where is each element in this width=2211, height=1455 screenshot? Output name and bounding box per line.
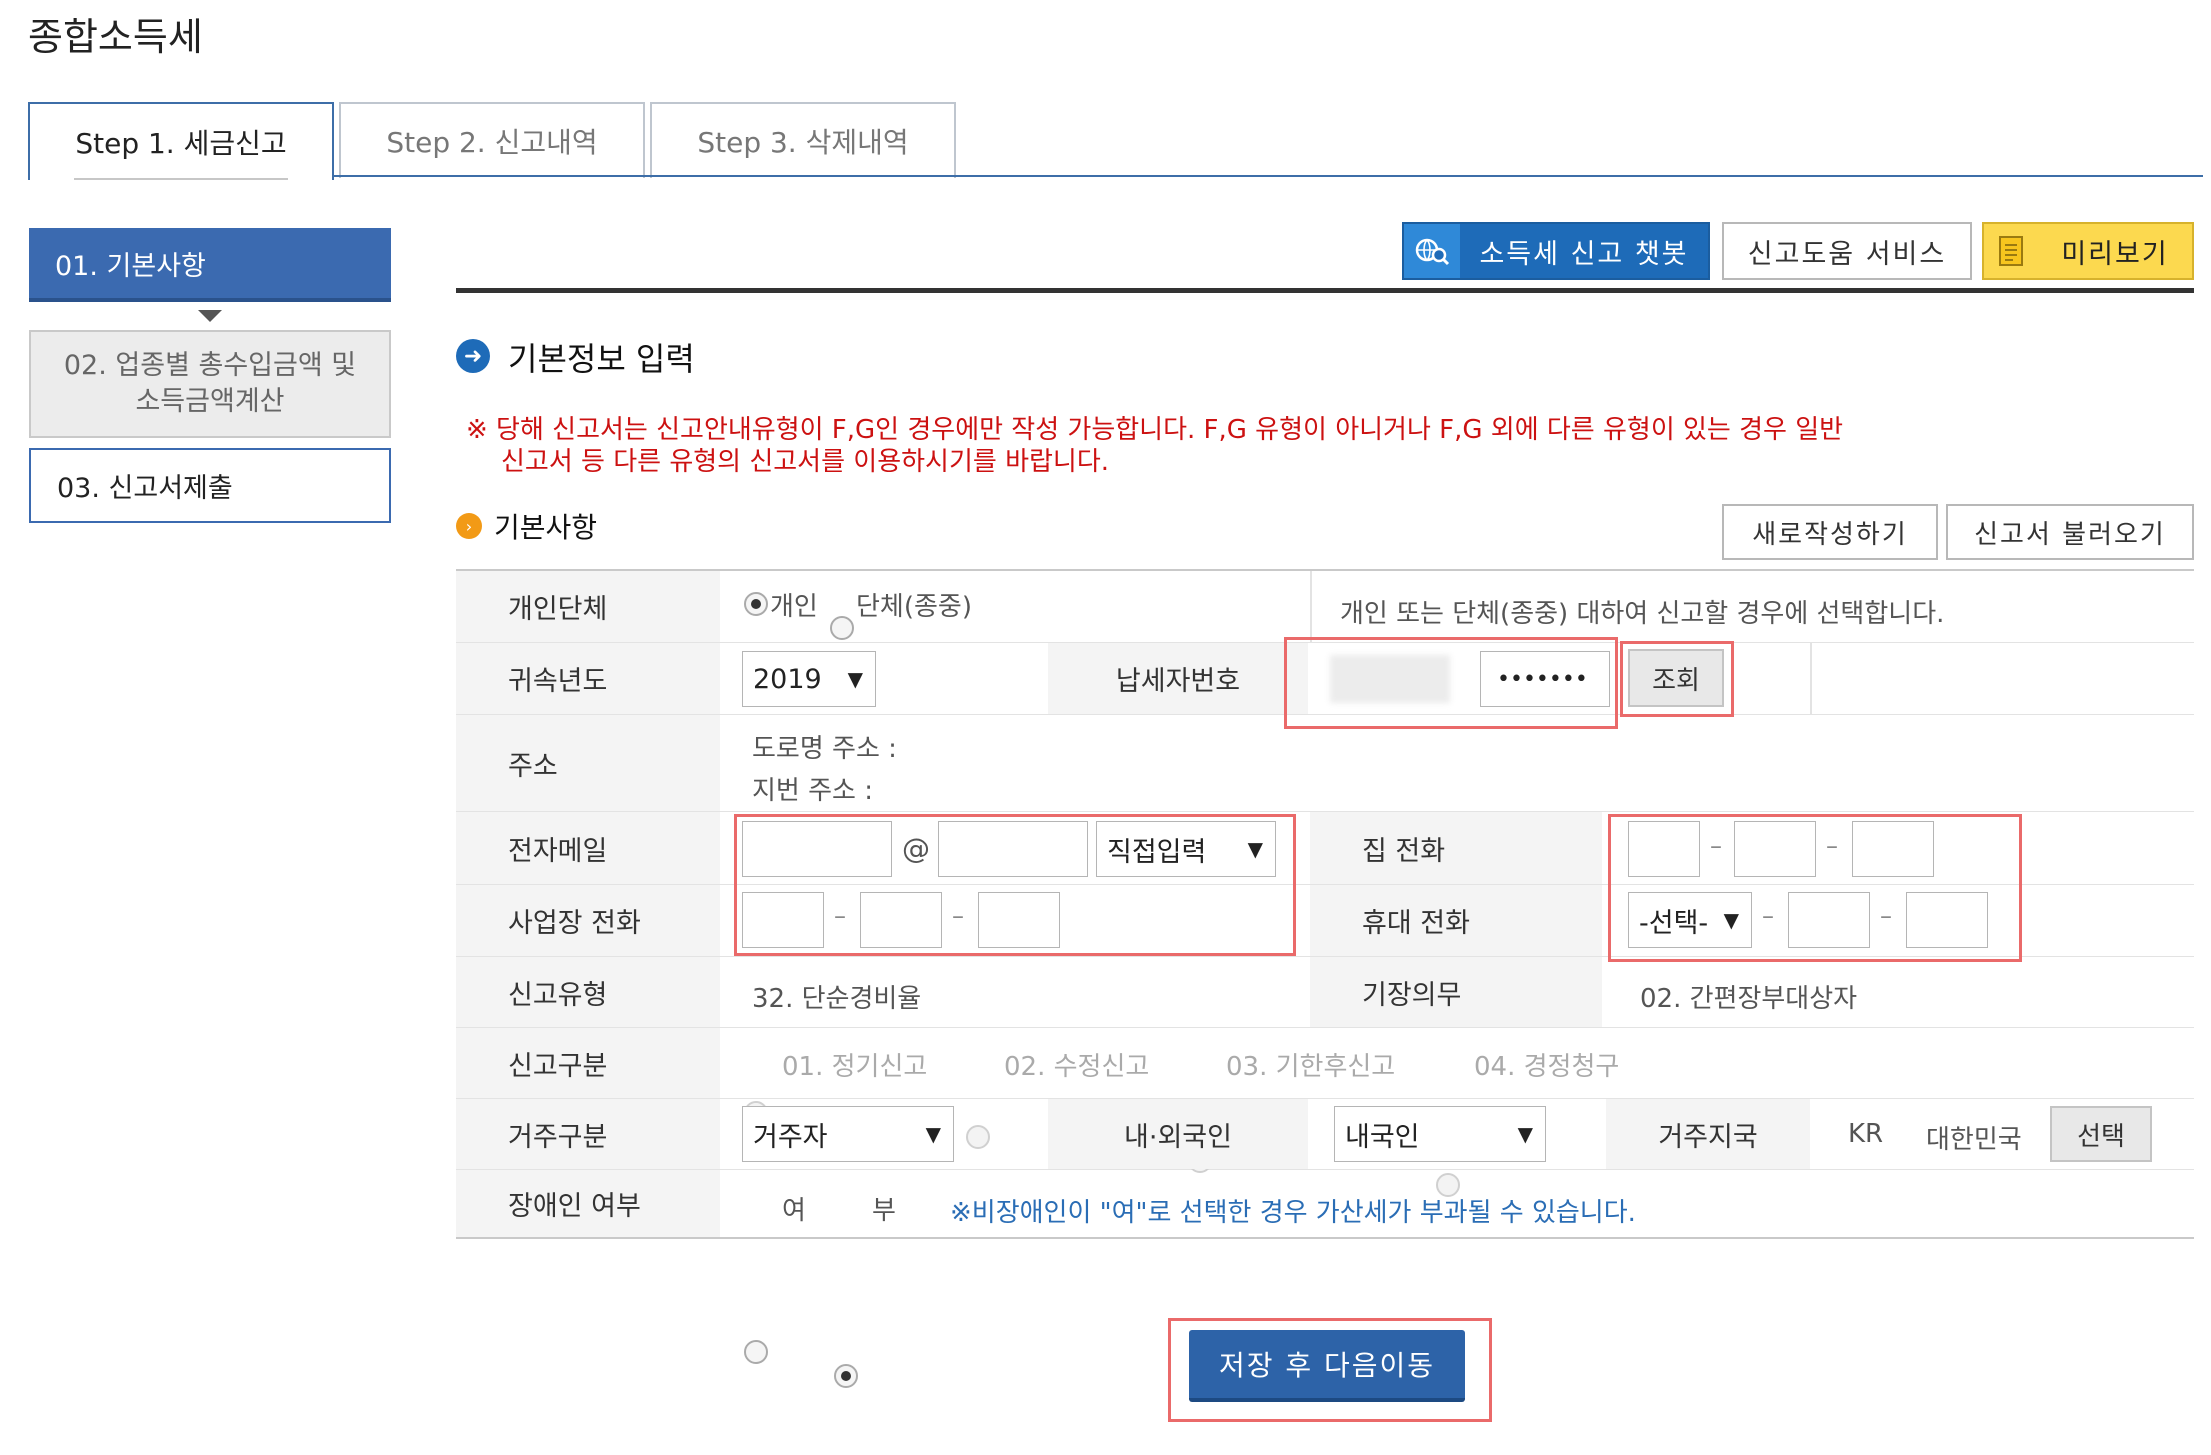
section-title: 기본정보 입력 (508, 340, 695, 378)
tab-underline (333, 175, 2203, 177)
highlight-save (1168, 1318, 1492, 1422)
notice-line-2: 신고서 등 다른 유형의 신고서를 이용하시기를 바랍니다. (501, 447, 1110, 477)
residence-select[interactable]: 거주자 ▼ (742, 1106, 954, 1162)
year-select-value: 2019 (753, 663, 822, 695)
residence-label: 거주구분 (456, 1099, 720, 1169)
step-submit-label: 03. 신고서제출 (57, 473, 233, 504)
report-class-late-text: 03. 기한후신고 (1226, 1052, 1396, 1082)
highlight-taxpayer-no (1284, 637, 1618, 729)
disability-no-radio[interactable] (834, 1364, 858, 1388)
report-class-label: 신고구분 (456, 1028, 720, 1098)
country-code: KR (1848, 1119, 1884, 1149)
step-income-calc[interactable]: 02. 업종별 총수입금액 및 소득금액계산 (29, 330, 391, 438)
chatbot-label: 소득세 신고 챗봇 (1479, 238, 1689, 270)
taxpayer-no-label: 납세자번호 (1048, 643, 1308, 714)
table-bottom-border (456, 1237, 2194, 1239)
highlight-home-mobile-phone (1608, 814, 2022, 962)
country-select-button[interactable]: 선택 (2050, 1106, 2152, 1162)
load-form-button[interactable]: 신고서 불러오기 (1946, 504, 2194, 560)
step-basic-info-label: 01. 기본사항 (55, 250, 206, 282)
entity-label: 개인단체 (456, 571, 720, 642)
preview-button[interactable]: 미리보기 (1982, 222, 2194, 280)
report-class-amend-radio[interactable] (966, 1125, 990, 1149)
entity-individual-text: 개인 (770, 592, 818, 622)
tab-step3[interactable]: Step 3. 삭제내역 (650, 102, 956, 178)
dropdown-arrow-icon: ▼ (1517, 1122, 1533, 1146)
dropdown-arrow-icon: ▼ (847, 667, 863, 691)
globe-search-icon (1404, 224, 1460, 278)
tab-step2-label: Step 2. 신고내역 (386, 126, 598, 159)
country-name: 대한민국 (1926, 1125, 2022, 1155)
address-label: 주소 (456, 715, 720, 811)
sub-section-title: 기본사항 (494, 511, 598, 544)
step-submit[interactable]: 03. 신고서제출 (29, 448, 391, 523)
chatbot-button[interactable]: 소득세 신고 챗봇 (1402, 222, 1710, 280)
help-service-button[interactable]: 신고도움 서비스 (1722, 222, 1972, 280)
highlight-email-work-phone (734, 814, 1296, 956)
home-phone-label: 집 전화 (1310, 812, 1602, 884)
page-title: 종합소득세 (28, 15, 203, 59)
step-income-calc-label-1: 02. 업종별 총수입금액 및 (63, 350, 357, 381)
document-icon (1984, 224, 2038, 278)
step-arrow-icon (198, 310, 222, 322)
cell-divider (1810, 643, 1812, 714)
disability-label: 장애인 여부 (456, 1170, 720, 1237)
highlight-lookup (1620, 641, 1734, 717)
entity-group-radio[interactable] (830, 616, 854, 640)
notice-line-1: ※ 당해 신고서는 신고안내유형이 F,G인 경우에만 작성 가능합니다. F,… (466, 415, 1844, 445)
disability-no-text: 부 (872, 1196, 896, 1226)
tab-step3-label: Step 3. 삭제내역 (697, 126, 909, 159)
entity-help-text: 개인 또는 단체(종중) 대하여 신고할 경우에 선택합니다. (1340, 599, 1945, 629)
year-label: 귀속년도 (456, 643, 720, 714)
new-form-button[interactable]: 새로작성하기 (1722, 504, 1938, 560)
nationality-label: 내·외국인 (1048, 1099, 1308, 1169)
bookkeeping-label: 기장의무 (1310, 957, 1602, 1027)
report-class-correction-text: 04. 경정청구 (1474, 1052, 1620, 1082)
nationality-select-value: 내국인 (1345, 1121, 1420, 1153)
report-type-label: 신고유형 (456, 957, 720, 1027)
lot-address-text: 지번 주소 : (752, 776, 873, 806)
step-basic-info[interactable]: 01. 기본사항 (29, 228, 391, 302)
report-type-value: 32. 단순경비율 (752, 984, 922, 1014)
entity-individual-radio[interactable] (744, 592, 768, 616)
mobile-phone-label: 휴대 전화 (1310, 885, 1602, 956)
entity-group-text: 단체(종중) (856, 592, 972, 622)
year-select[interactable]: 2019 ▼ (742, 651, 876, 707)
tab-step1[interactable]: Step 1. 세금신고 (28, 102, 334, 180)
cell-divider (1310, 571, 1312, 642)
disability-yes-text: 여 (782, 1196, 806, 1226)
preview-label: 미리보기 (2061, 238, 2169, 270)
report-class-regular-text: 01. 정기신고 (782, 1052, 928, 1082)
notice-text: ※ 당해 신고서는 신고안내유형이 F,G인 경우에만 작성 가능합니다. F,… (466, 414, 2166, 478)
disability-yes-radio[interactable] (744, 1340, 768, 1364)
road-address-text: 도로명 주소 : (752, 734, 897, 764)
disability-note: ※비장애인이 "여"로 선택한 경우 가산세가 부과될 수 있습니다. (950, 1198, 1636, 1228)
email-label: 전자메일 (456, 812, 720, 884)
country-label: 거주지국 (1606, 1099, 1810, 1169)
arrow-right-circle-icon: ➜ (456, 339, 490, 373)
report-class-amend-text: 02. 수정신고 (1004, 1052, 1150, 1082)
chevron-right-circle-icon: › (456, 513, 482, 539)
residence-select-value: 거주자 (753, 1121, 828, 1153)
main-divider (456, 288, 2194, 293)
dropdown-arrow-icon: ▼ (925, 1122, 941, 1146)
bookkeeping-value: 02. 간편장부대상자 (1640, 984, 1858, 1014)
nationality-select[interactable]: 내국인 ▼ (1334, 1106, 1546, 1162)
work-phone-label: 사업장 전화 (456, 885, 720, 956)
step-income-calc-label-2: 소득금액계산 (135, 386, 285, 417)
tab-step2[interactable]: Step 2. 신고내역 (339, 102, 645, 178)
tab-step1-label: Step 1. 세금신고 (75, 127, 287, 160)
